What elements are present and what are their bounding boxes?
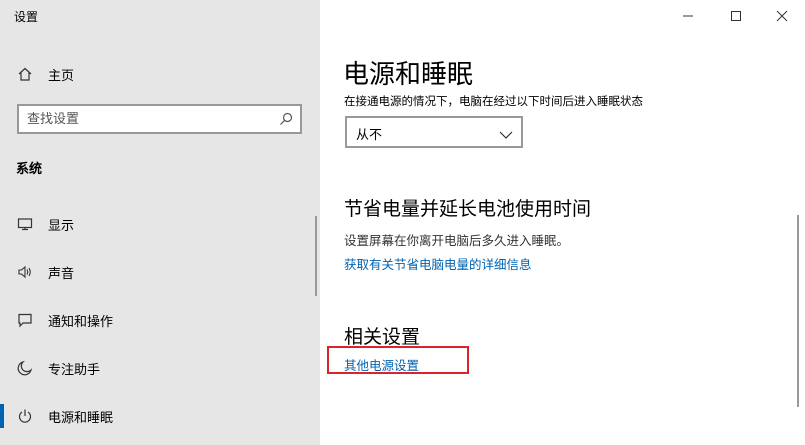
sidebar-item-label: 专注助手	[48, 362, 101, 378]
sidebar-item-home[interactable]: 主页	[0, 58, 320, 90]
monitor-icon	[16, 215, 34, 233]
speaker-icon	[16, 263, 34, 281]
sidebar-item-label: 声音	[48, 266, 75, 282]
sidebar-item-power-sleep[interactable]: 电源和睡眠	[0, 400, 320, 432]
highlight-box	[327, 346, 469, 374]
search-icon[interactable]	[278, 111, 294, 127]
dropdown-value: 从不	[356, 128, 383, 143]
sidebar-scrollbar[interactable]	[315, 216, 317, 296]
home-icon	[16, 65, 34, 83]
power-icon	[16, 407, 34, 425]
sleep-timeout-dropdown[interactable]: 从不	[345, 116, 523, 148]
sidebar-item-label: 通知和操作	[48, 314, 114, 330]
sidebar: 设置 主页 系统 显示	[0, 0, 320, 445]
battery-section-text: 设置屏幕在你离开电脑后多久进入睡眠。	[344, 233, 570, 248]
notification-icon	[16, 311, 34, 329]
sleep-description: 在接通电源的情况下，电脑在经过以下时间后进入睡眠状态	[344, 94, 643, 108]
close-button[interactable]	[772, 6, 792, 26]
main-panel: 电源和睡眠 在接通电源的情况下，电脑在经过以下时间后进入睡眠状态 从不 节省电量…	[320, 0, 805, 445]
minimize-button[interactable]	[678, 6, 698, 26]
maximize-button[interactable]	[726, 6, 746, 26]
sidebar-item-label: 显示	[48, 218, 75, 234]
search-input[interactable]	[19, 111, 259, 127]
main-scrollbar[interactable]	[797, 215, 799, 407]
related-settings-heading: 相关设置	[344, 326, 421, 348]
sidebar-item-notifications[interactable]: 通知和操作	[0, 304, 320, 336]
battery-section-heading: 节省电量并延长电池使用时间	[344, 198, 592, 220]
sidebar-item-sound[interactable]: 声音	[0, 256, 320, 288]
chevron-down-icon	[499, 126, 513, 139]
page-title: 电源和睡眠	[343, 60, 474, 90]
search-box[interactable]	[17, 104, 302, 134]
moon-icon	[16, 359, 34, 377]
section-label-system: 系统	[16, 162, 43, 177]
sidebar-item-label: 主页	[48, 68, 75, 84]
sidebar-item-label: 电源和睡眠	[48, 410, 114, 426]
sidebar-item-focus-assist[interactable]: 专注助手	[0, 352, 320, 384]
sidebar-item-display[interactable]: 显示	[0, 208, 320, 240]
close-icon	[776, 10, 788, 22]
app-title: 设置	[14, 10, 39, 24]
active-indicator	[0, 404, 4, 428]
battery-info-link[interactable]: 获取有关节省电脑电量的详细信息	[344, 254, 532, 273]
